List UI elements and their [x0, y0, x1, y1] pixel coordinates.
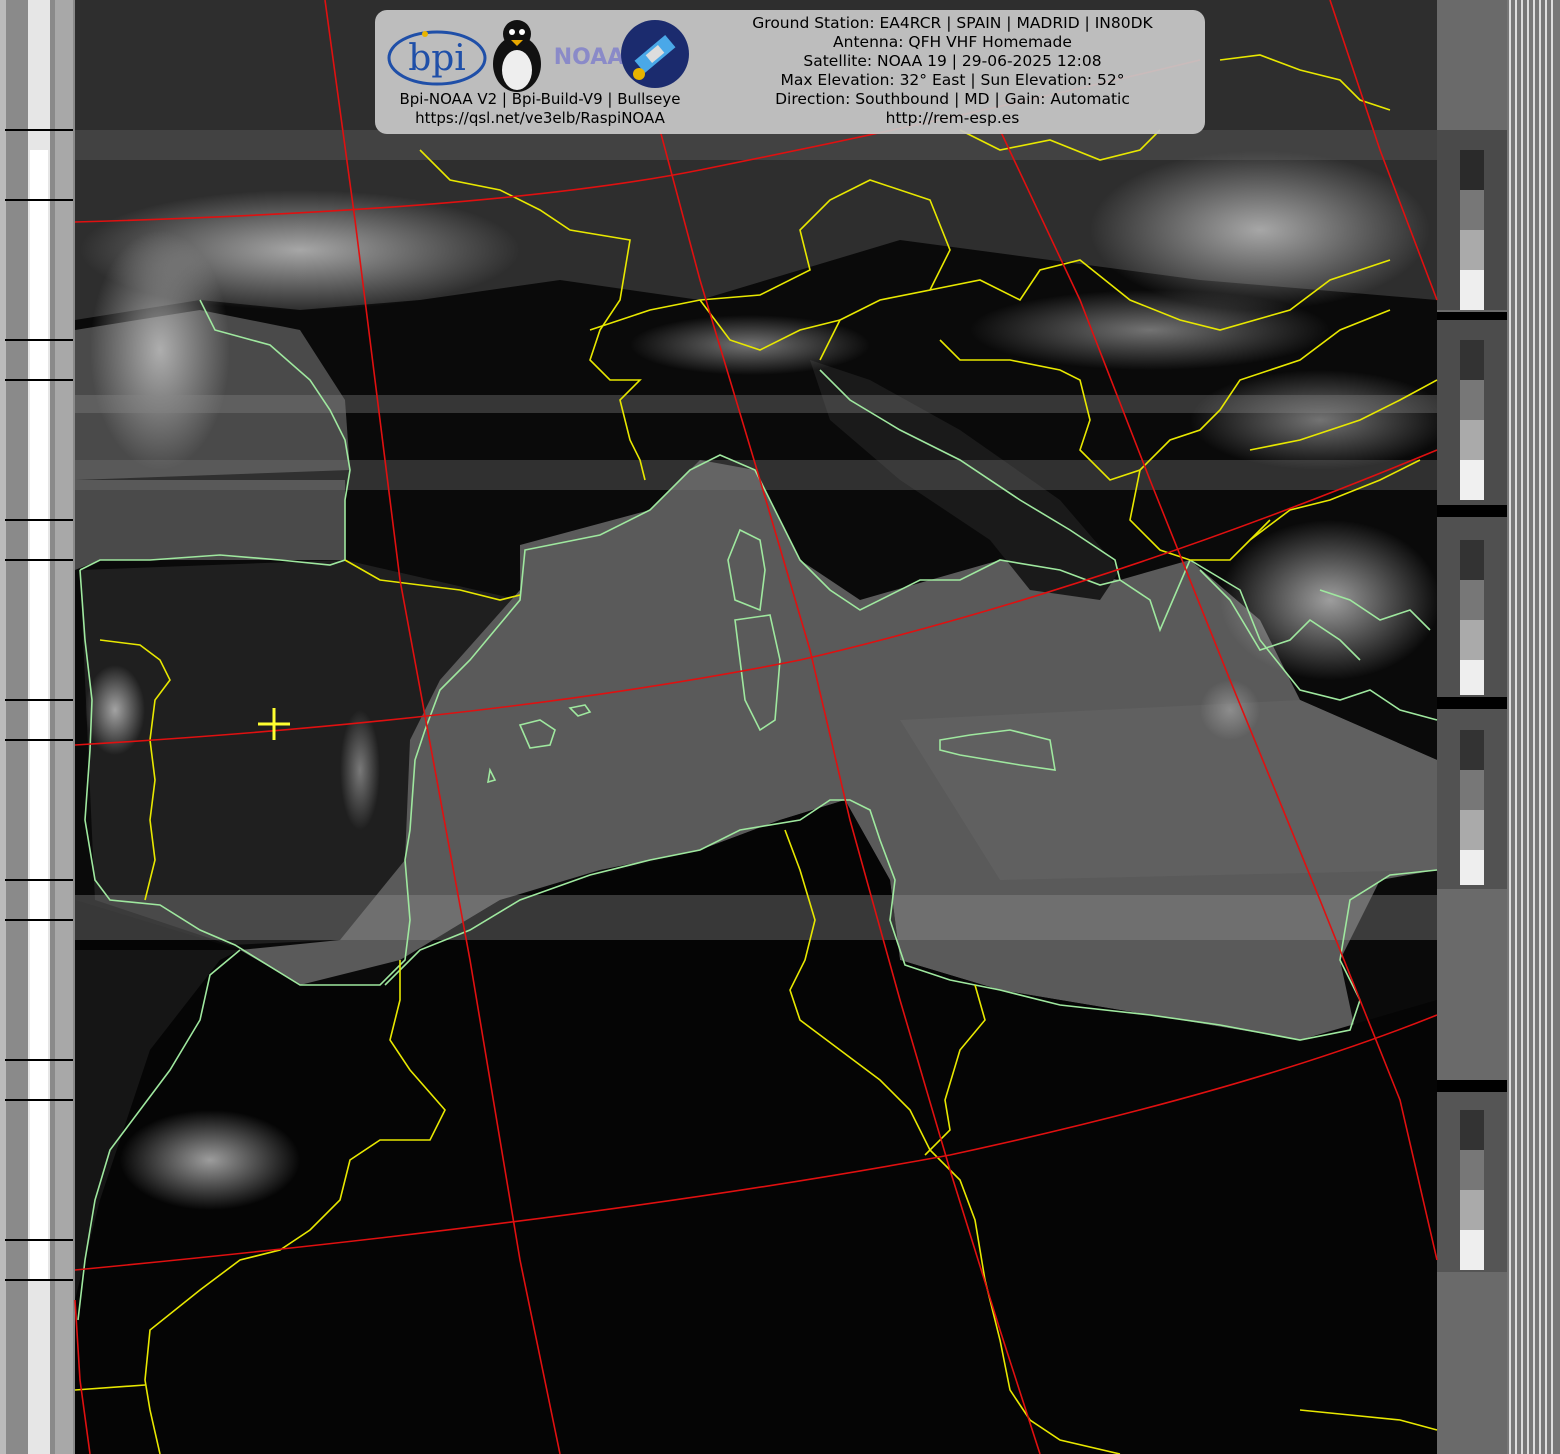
- elevation-line: Max Elevation: 32° East | Sun Elevation:…: [780, 71, 1125, 89]
- satellite-icon: [621, 20, 689, 88]
- url-line: https://qsl.net/ve3elb/RaspiNOAA: [415, 109, 665, 127]
- noaa-logo-text: NOAA: [554, 45, 625, 70]
- station-info: Ground Station: EA4RCR | SPAIN | MADRID …: [705, 14, 1200, 128]
- software-caption: Bpi-NOAA V2 | Bpi-Build-V9 | Bullseye ht…: [375, 90, 705, 128]
- ground-station-line: Ground Station: EA4RCR | SPAIN | MADRID …: [752, 14, 1153, 32]
- tux-penguin-icon: [493, 20, 541, 92]
- antenna-line: Antenna: QFH VHF Homemade: [833, 33, 1072, 51]
- info-panel: bpi NOAA Bpi-NOAA V2 | Bpi-Build-V9 | Bu…: [375, 10, 1205, 134]
- logo-group: bpi NOAA: [387, 20, 689, 92]
- map-overlay: [0, 0, 1553, 1454]
- website-line: http://rem-esp.es: [885, 109, 1020, 127]
- bpi-logo: bpi: [387, 30, 487, 86]
- telemetry-right-wedges: [1437, 0, 1553, 1454]
- satellite-line: Satellite: NOAA 19 | 29-06-2025 12:08: [803, 52, 1102, 70]
- svg-text:bpi: bpi: [408, 38, 466, 79]
- software-line: Bpi-NOAA V2 | Bpi-Build-V9 | Bullseye: [399, 90, 681, 108]
- direction-line: Direction: Southbound | MD | Gain: Autom…: [775, 90, 1130, 108]
- telemetry-left-detail: [0, 0, 73, 1454]
